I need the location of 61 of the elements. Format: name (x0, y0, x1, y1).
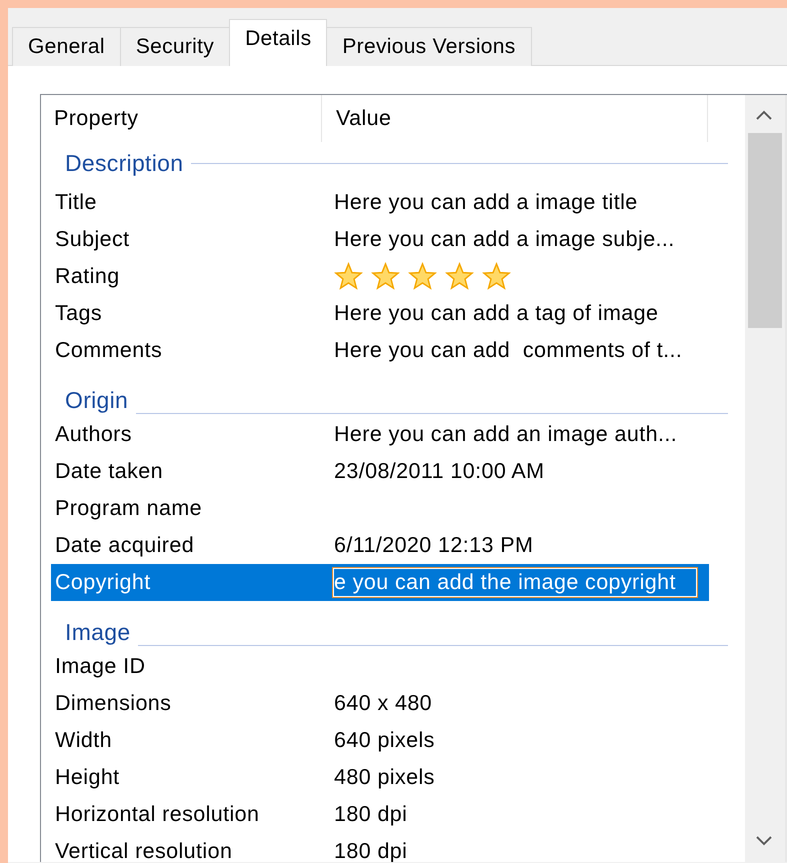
property-row[interactable]: Subject Here you can add a image subje... (51, 221, 709, 258)
property-value: 23/08/2011 10:00 AM (334, 459, 546, 484)
property-row[interactable]: Authors Here you can add an image auth... (51, 416, 709, 453)
property-row[interactable]: Date acquired 6/11/2020 12:13 PM (51, 527, 709, 564)
property-value: 480 pixels (334, 765, 436, 790)
property-row[interactable]: Date taken 23/08/2011 10:00 AM (51, 453, 709, 490)
group-heading: Description (65, 150, 184, 176)
group-heading: Image (65, 619, 130, 646)
property-value: 6/11/2020 12:13 PM (334, 533, 534, 558)
property-row[interactable]: Dimensions 640 x 480 (51, 685, 709, 722)
property-value: Here you can add an image auth... (334, 422, 678, 447)
star-icon[interactable] (445, 262, 474, 291)
tab[interactable]: Previous Versions (326, 27, 532, 66)
property-row[interactable]: Program name (51, 490, 709, 527)
property-name: Date taken (54, 459, 164, 484)
property-row[interactable]: Copyright e you can add the image copyright (51, 564, 709, 601)
property-row[interactable]: Horizontal resolution 180 dpi (51, 796, 709, 833)
star-icon[interactable] (408, 262, 437, 291)
star-icon[interactable] (371, 262, 400, 291)
property-value: Here you can add a image subje... (334, 227, 676, 252)
tab[interactable]: General (12, 27, 121, 66)
property-value: 640 x 480 (334, 691, 434, 716)
property-row[interactable]: Rating (51, 258, 709, 295)
property-value: 640 pixels (334, 728, 436, 753)
property-name: Comments (54, 338, 164, 363)
property-name: Subject (54, 227, 131, 252)
star-icon[interactable] (482, 262, 511, 291)
tab[interactable]: Details (229, 19, 328, 66)
property-row[interactable]: Image ID (51, 648, 709, 685)
property-value: 180 dpi (334, 802, 408, 827)
property-name: Horizontal resolution (54, 802, 260, 827)
property-name: Vertical resolution (54, 839, 234, 862)
property-name: Title (54, 190, 98, 215)
column-header[interactable]: Property (41, 95, 322, 142)
property-name: Copyright (54, 570, 152, 595)
star-icon[interactable] (334, 262, 363, 291)
property-name: Dimensions (54, 691, 172, 716)
property-row[interactable]: Height 480 pixels (51, 759, 709, 796)
property-name: Date acquired (54, 533, 196, 558)
scrollbar-thumb[interactable] (748, 133, 782, 328)
property-name: Height (54, 765, 121, 790)
property-row[interactable]: Width 640 pixels (51, 722, 709, 759)
property-value: Here you can add a image title (334, 190, 639, 215)
property-value: Here you can add a tag of image (334, 301, 660, 326)
column-header[interactable]: Value (322, 95, 708, 142)
property-row[interactable]: Comments Here you can add comments of t... (51, 332, 709, 369)
property-name: Program name (54, 496, 203, 521)
scroll-down-icon[interactable] (755, 835, 773, 847)
scroll-up-icon[interactable] (755, 109, 773, 121)
value-field[interactable]: e you can add the image copyright (333, 568, 697, 597)
scrollbar[interactable] (745, 95, 787, 862)
property-name: Authors (54, 422, 133, 447)
property-name: Rating (54, 264, 121, 289)
property-name: Tags (54, 301, 104, 326)
group-heading: Origin (65, 387, 128, 414)
tab[interactable]: Security (120, 27, 230, 66)
property-name: Image ID (54, 654, 146, 679)
property-row[interactable]: Tags Here you can add a tag of image (51, 295, 709, 332)
property-name: Width (54, 728, 113, 753)
property-row[interactable]: Title Here you can add a image title (51, 184, 709, 221)
property-value: Here you can add comments of t... (334, 338, 684, 363)
